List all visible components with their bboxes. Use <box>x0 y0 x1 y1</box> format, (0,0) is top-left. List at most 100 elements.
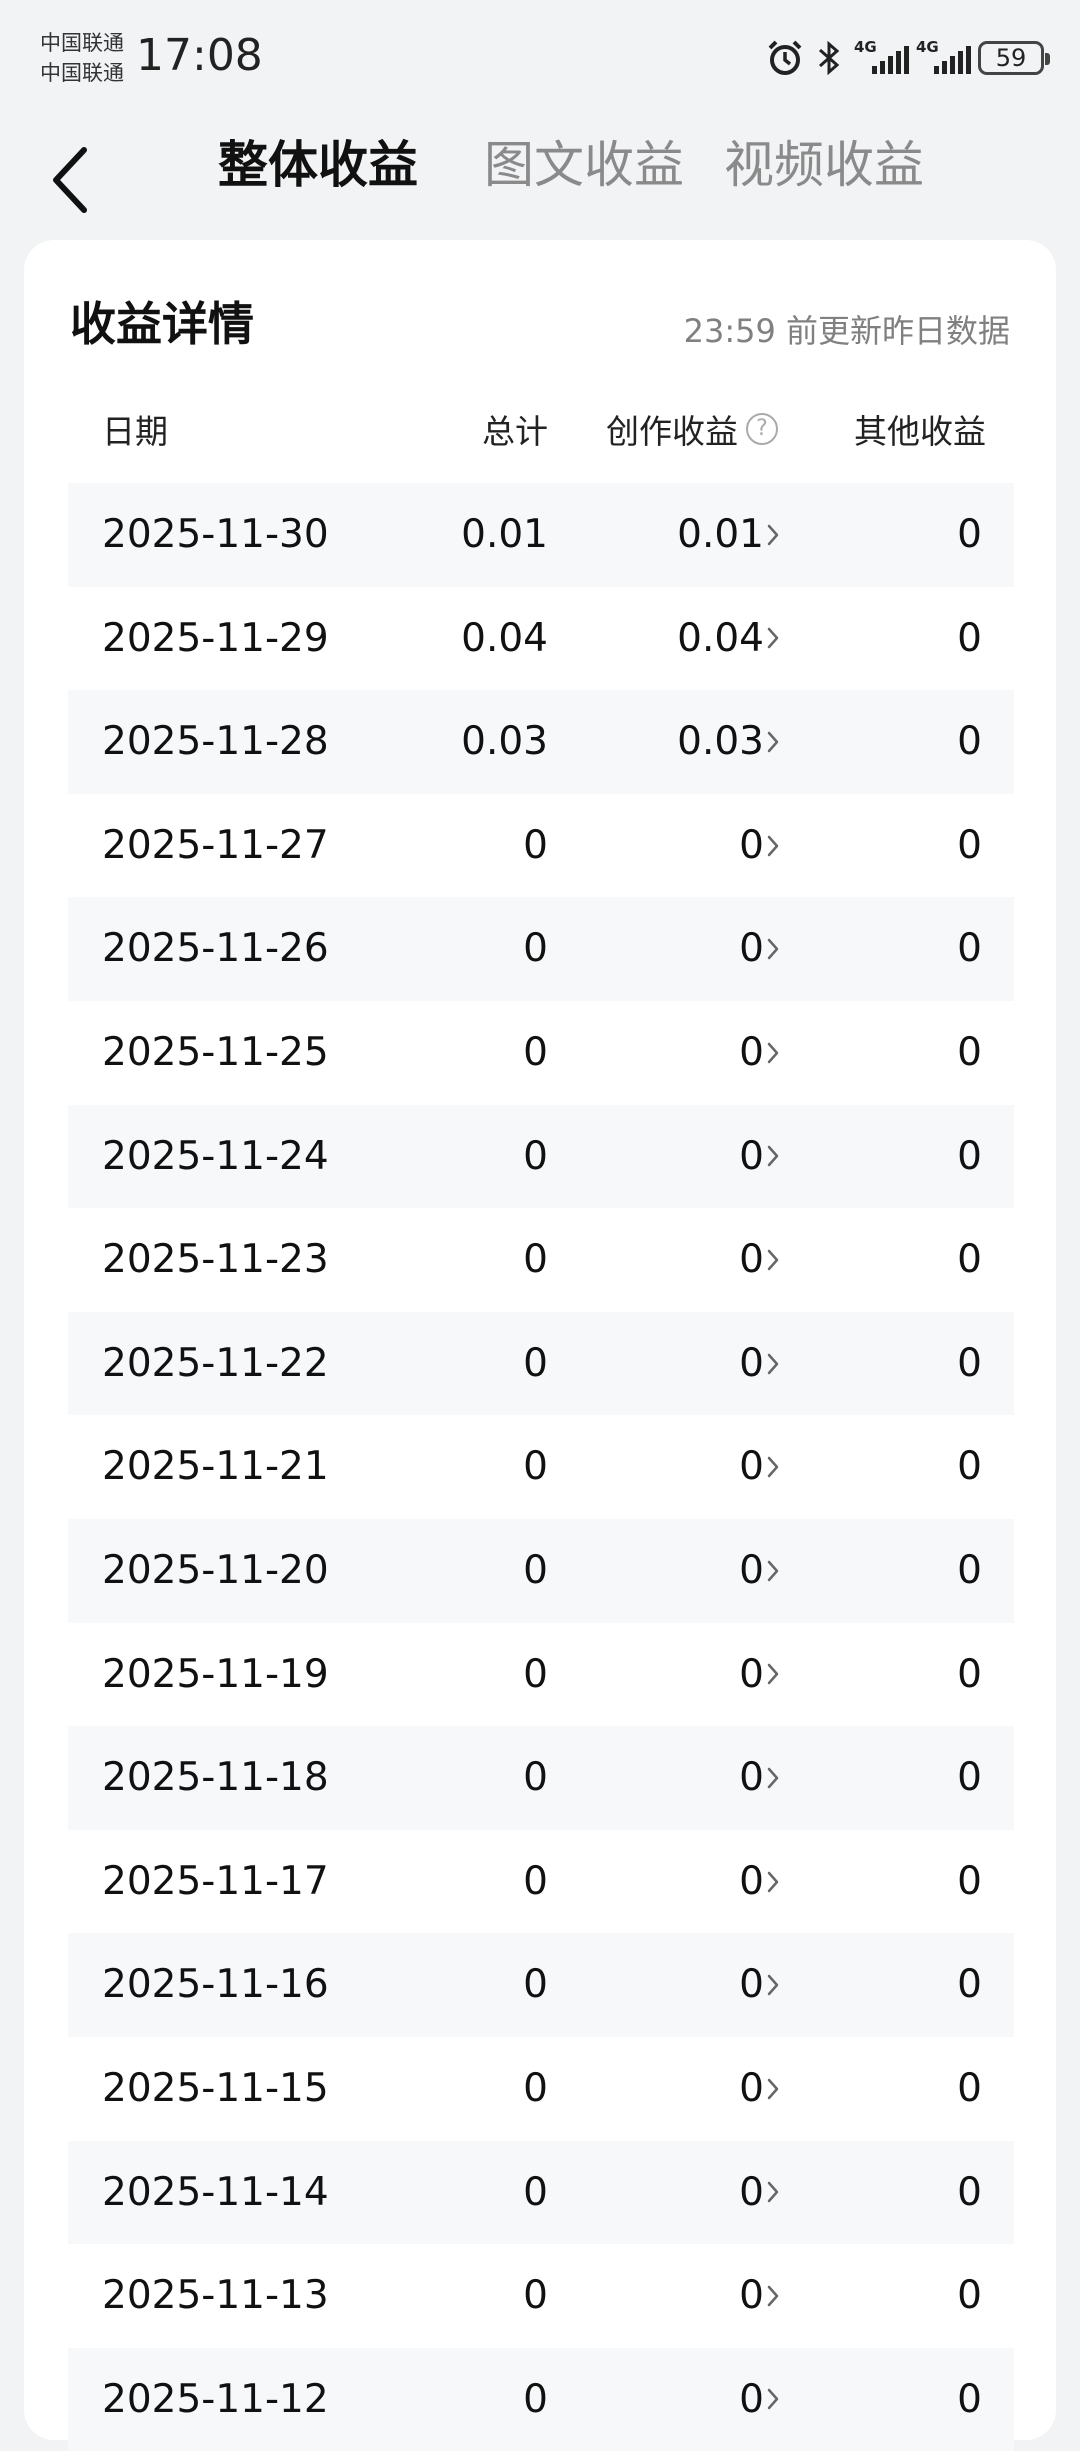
row-creation-revenue: 0 <box>739 1651 764 1697</box>
row-total: 0 <box>523 1651 548 1697</box>
alarm-icon <box>766 39 804 77</box>
table-row[interactable]: 2025-11-28 0.03 0.03 0 <box>68 690 1014 794</box>
row-total: 0 <box>523 1237 548 1283</box>
chevron-right-icon[interactable] <box>766 1726 780 1830</box>
row-date: 2025-11-15 <box>102 2065 329 2111</box>
status-bar: 中国联通 中国联通 17:08 4G 4G 59 <box>0 0 1080 110</box>
carrier-2: 中国联通 <box>40 61 124 85</box>
chevron-right-icon[interactable] <box>766 1208 780 1312</box>
help-icon[interactable]: ? <box>746 413 778 445</box>
row-date: 2025-11-25 <box>102 1029 329 1075</box>
header-creation-label: 创作收益 <box>606 412 738 451</box>
table-row[interactable]: 2025-11-16 0 0 0 <box>68 1933 1014 2037</box>
row-total: 0 <box>523 1858 548 1904</box>
row-total: 0.03 <box>461 719 548 765</box>
tab-video-revenue[interactable]: 视频收益 <box>724 130 924 200</box>
chevron-left-icon <box>53 147 87 213</box>
row-date: 2025-11-20 <box>102 1547 329 1593</box>
row-creation-revenue: 0 <box>739 822 764 868</box>
chevron-right-icon[interactable] <box>766 1519 780 1623</box>
chevron-right-icon[interactable] <box>766 1830 780 1934</box>
chevron-right-icon[interactable] <box>766 1933 780 2037</box>
bluetooth-icon <box>816 39 842 77</box>
chevron-right-icon[interactable] <box>766 1415 780 1519</box>
row-creation-revenue: 0 <box>739 926 764 972</box>
row-date: 2025-11-13 <box>102 2273 329 2319</box>
row-total: 0 <box>523 1962 548 2008</box>
row-creation-revenue: 0 <box>739 1547 764 1593</box>
table-row[interactable]: 2025-11-18 0 0 0 <box>68 1726 1014 1830</box>
table-row[interactable]: 2025-11-24 0 0 0 <box>68 1104 1014 1209</box>
row-total: 0 <box>523 1340 548 1386</box>
row-creation-revenue: 0 <box>739 2273 764 2319</box>
battery-icon: 59 <box>978 41 1050 75</box>
row-date: 2025-11-27 <box>102 822 329 868</box>
row-total: 0 <box>523 1133 548 1179</box>
row-other-revenue: 0 <box>957 926 982 972</box>
battery-level: 59 <box>995 44 1027 72</box>
chevron-right-icon[interactable] <box>766 2141 780 2245</box>
table-row[interactable]: 2025-11-26 0 0 0 <box>68 897 1014 1001</box>
table-row[interactable]: 2025-11-20 0 0 0 <box>68 1518 1014 1623</box>
table-header: 日期 总计 创作收益 ? 其他收益 <box>68 385 1014 465</box>
signal-4g-icon-2: 4G <box>916 38 971 78</box>
row-date: 2025-11-30 <box>102 512 329 557</box>
row-date: 2025-11-19 <box>102 1651 329 1697</box>
row-other-revenue: 0 <box>957 1237 982 1283</box>
row-total: 0 <box>523 2376 548 2422</box>
table-row[interactable]: 2025-11-13 0 0 0 <box>68 2244 1014 2348</box>
row-other-revenue: 0 <box>957 1133 982 1179</box>
row-creation-revenue: 0.04 <box>677 615 764 661</box>
row-creation-revenue: 0 <box>739 1340 764 1386</box>
tab-article-revenue[interactable]: 图文收益 <box>484 130 684 200</box>
chevron-right-icon[interactable] <box>766 1312 780 1416</box>
row-date: 2025-11-16 <box>102 1962 329 2008</box>
row-total: 0 <box>523 2065 548 2111</box>
chevron-right-icon[interactable] <box>766 587 780 691</box>
row-date: 2025-11-24 <box>102 1133 329 1179</box>
chevron-right-icon[interactable] <box>766 1105 780 1209</box>
row-creation-revenue: 0 <box>739 1755 764 1801</box>
tab-overall-revenue[interactable]: 整体收益 <box>218 130 418 200</box>
row-other-revenue: 0 <box>957 2376 982 2422</box>
row-total: 0.04 <box>461 615 548 661</box>
table-row[interactable]: 2025-11-19 0 0 0 <box>68 1623 1014 1727</box>
chevron-right-icon[interactable] <box>766 1623 780 1727</box>
table-row[interactable]: 2025-11-17 0 0 0 <box>68 1830 1014 1934</box>
chevron-right-icon[interactable] <box>766 483 780 587</box>
chevron-right-icon[interactable] <box>766 794 780 898</box>
chevron-right-icon[interactable] <box>766 2244 780 2348</box>
row-other-revenue: 0 <box>957 1029 982 1075</box>
row-creation-revenue: 0.01 <box>677 512 764 557</box>
row-other-revenue: 0 <box>957 1444 982 1490</box>
row-other-revenue: 0 <box>957 719 982 765</box>
table-row[interactable]: 2025-11-15 0 0 0 <box>68 2037 1014 2141</box>
table-row[interactable]: 2025-11-30 0.01 0.01 0 <box>68 483 1014 587</box>
row-other-revenue: 0 <box>957 1962 982 2008</box>
back-button[interactable] <box>44 140 104 220</box>
row-creation-revenue: 0 <box>739 2169 764 2215</box>
table-row[interactable]: 2025-11-23 0 0 0 <box>68 1208 1014 1312</box>
table-row[interactable]: 2025-11-29 0.04 0.04 0 <box>68 587 1014 691</box>
status-icons: 4G 4G 59 <box>766 36 1050 80</box>
chevron-right-icon[interactable] <box>766 2037 780 2141</box>
chevron-right-icon[interactable] <box>766 897 780 1001</box>
table-row[interactable]: 2025-11-14 0 0 0 <box>68 2140 1014 2245</box>
revenue-details-card: 收益详情 23:59 前更新昨日数据 日期 总计 创作收益 ? 其他收益 202… <box>24 240 1056 2451</box>
row-total: 0 <box>523 1029 548 1075</box>
row-other-revenue: 0 <box>957 2169 982 2215</box>
chevron-right-icon[interactable] <box>766 2348 780 2451</box>
table-row[interactable]: 2025-11-25 0 0 0 <box>68 1001 1014 1105</box>
carrier-1: 中国联通 <box>40 31 124 55</box>
table-row[interactable]: 2025-11-21 0 0 0 <box>68 1415 1014 1519</box>
table-row[interactable]: 2025-11-22 0 0 0 <box>68 1311 1014 1416</box>
row-creation-revenue: 0 <box>739 1858 764 1904</box>
signal-4g-icon-1: 4G <box>854 38 909 78</box>
table-row[interactable]: 2025-11-12 0 0 0 <box>68 2347 1014 2451</box>
row-other-revenue: 0 <box>957 1651 982 1697</box>
header-total: 总计 <box>482 412 548 451</box>
chevron-right-icon[interactable] <box>766 1001 780 1105</box>
table-row[interactable]: 2025-11-27 0 0 0 <box>68 794 1014 898</box>
row-other-revenue: 0 <box>957 1547 982 1593</box>
chevron-right-icon[interactable] <box>766 690 780 794</box>
